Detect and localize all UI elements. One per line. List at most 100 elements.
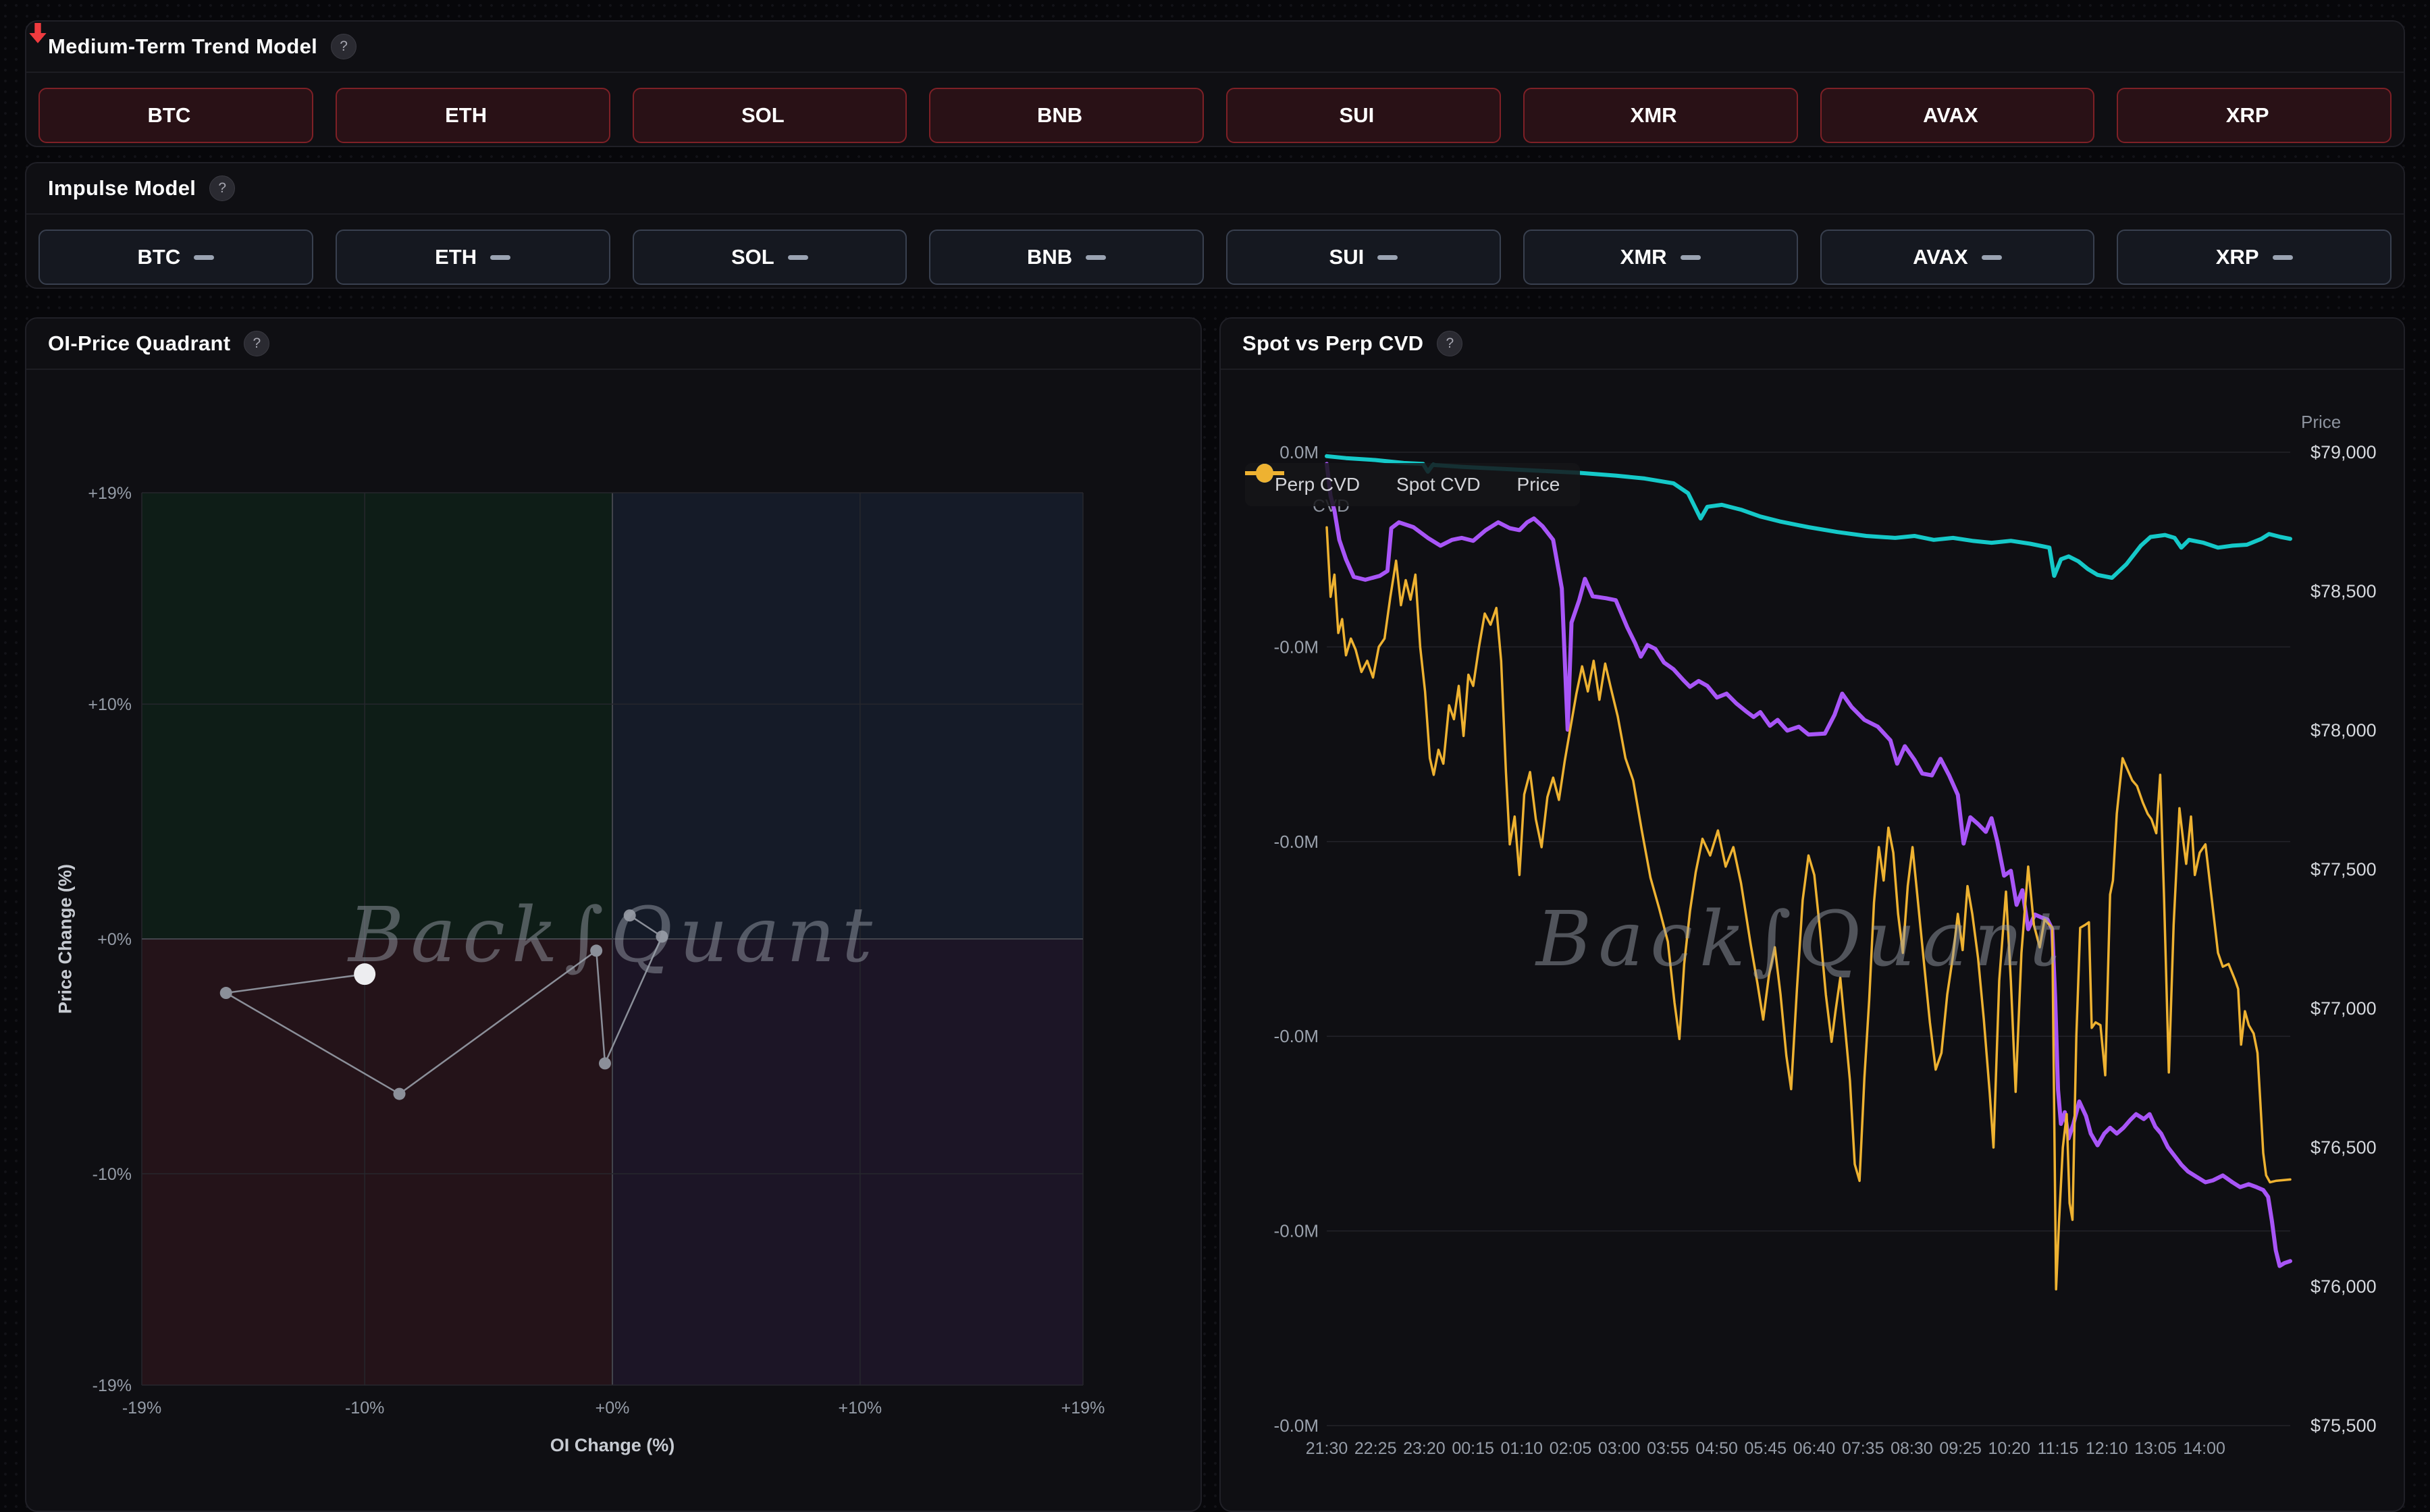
impulse-coin-button-xmr[interactable]: XMR — [1523, 230, 1798, 285]
time-tick-label: 12:10 — [2086, 1439, 2128, 1458]
cvd-legend: Perp CVDSpot CVDPrice — [1245, 463, 1580, 506]
trend-coin-button-avax[interactable]: AVAX — [1820, 88, 2095, 143]
price-axis-label: $75,500 — [2310, 1415, 2377, 1436]
price-axis-label: $77,500 — [2310, 859, 2377, 880]
coin-label: SOL — [741, 103, 785, 128]
coin-label: BNB — [1037, 103, 1082, 128]
neutral-dash-icon — [490, 255, 510, 260]
coin-label: XRP — [2226, 103, 2269, 128]
price-axis-label: $76,500 — [2310, 1137, 2377, 1158]
cvd-left-axis-label: -0.0M — [1274, 1415, 1319, 1436]
cvd-left-axis-label: 0.0M — [1279, 442, 1319, 462]
trend-coin-button-bnb[interactable]: BNB — [929, 88, 1204, 143]
y-tick-label: -10% — [93, 1165, 132, 1184]
price-axis-label: $78,000 — [2310, 720, 2377, 740]
trend-coin-button-xrp[interactable]: XRP — [2117, 88, 2392, 143]
trail-point — [599, 1057, 611, 1069]
legend-label: Price — [1517, 474, 1560, 495]
neutral-dash-icon — [1681, 255, 1701, 260]
x-tick-label: +0% — [596, 1399, 630, 1418]
y-tick-label: +19% — [88, 484, 132, 503]
panel-spot-vs-perp-cvd: Spot vs Perp CVD ? CVD Back∫Quant 0.0M-0… — [1219, 317, 2405, 1512]
neutral-dash-icon — [788, 255, 808, 260]
time-tick-label: 06:40 — [1793, 1439, 1836, 1458]
time-tick-label: 00:15 — [1452, 1439, 1494, 1458]
coin-label: AVAX — [1913, 245, 1968, 269]
trail-point — [220, 987, 232, 999]
time-tick-label: 04:50 — [1695, 1439, 1738, 1458]
coin-label: SUI — [1329, 245, 1365, 269]
panel-header: OI-Price Quadrant ? — [26, 319, 1200, 370]
help-icon[interactable]: ? — [209, 176, 235, 201]
quadrant-region-top-right — [612, 493, 1083, 939]
neutral-dash-icon — [1377, 255, 1398, 260]
time-tick-label: 02:05 — [1550, 1439, 1592, 1458]
time-tick-label: 10:20 — [1988, 1439, 2031, 1458]
impulse-coin-button-eth[interactable]: ETH — [336, 230, 610, 285]
time-tick-label: 13:05 — [2134, 1439, 2177, 1458]
cvd-chart-area: CVD Back∫Quant 0.0M-0.0M-0.0M-0.0M-0.0M-… — [1221, 370, 2404, 1511]
coin-label: BTC — [138, 245, 181, 269]
help-icon[interactable]: ? — [331, 34, 356, 59]
legend-label: Spot CVD — [1396, 474, 1481, 495]
coin-label: XMR — [1631, 103, 1677, 128]
price-axis-label: $77,000 — [2310, 998, 2377, 1019]
help-icon[interactable]: ? — [244, 331, 269, 356]
panel-title: Impulse Model — [48, 176, 196, 200]
impulse-coin-button-xrp[interactable]: XRP — [2117, 230, 2392, 285]
coin-label: SOL — [731, 245, 774, 269]
panel-header: Spot vs Perp CVD ? — [1221, 319, 2404, 370]
time-tick-label: 01:10 — [1501, 1439, 1543, 1458]
trend-coin-button-xmr[interactable]: XMR — [1523, 88, 1798, 143]
impulse-coin-button-sol[interactable]: SOL — [633, 230, 907, 285]
time-tick-label: 03:00 — [1598, 1439, 1641, 1458]
panel-header: Impulse Model ? — [26, 163, 2404, 215]
coin-label: ETH — [435, 245, 477, 269]
time-tick-label: 23:20 — [1403, 1439, 1446, 1458]
coin-label: AVAX — [1923, 103, 1978, 128]
cvd-left-axis-label: -0.0M — [1274, 1026, 1319, 1046]
x-tick-label: -19% — [122, 1399, 161, 1418]
trend-coin-button-btc[interactable]: BTC — [38, 88, 313, 143]
trend-coin-button-sol[interactable]: SOL — [633, 88, 907, 143]
cvd-right-axis-title: Price — [2301, 412, 2341, 433]
cvd-left-axis-label: -0.0M — [1274, 637, 1319, 657]
time-tick-label: 14:00 — [2183, 1439, 2225, 1458]
impulse-coin-button-sui[interactable]: SUI — [1226, 230, 1501, 285]
panel-title: OI-Price Quadrant — [48, 331, 230, 356]
y-tick-label: +10% — [88, 695, 132, 714]
panel-oi-price-quadrant: OI-Price Quadrant ? +19% +10% +0% -10% -19% -… — [25, 317, 1202, 1512]
help-icon[interactable]: ? — [1437, 331, 1462, 356]
cvd-series-price — [1327, 527, 2290, 1289]
time-tick-label: 08:30 — [1891, 1439, 1933, 1458]
coin-label: XMR — [1620, 245, 1667, 269]
panel-medium-term-trend-model: Medium-Term Trend Model ? BTCETHSOLBNBSU… — [25, 20, 2405, 147]
cvd-series-perp-cvd — [1327, 464, 2290, 1266]
impulse-coin-button-btc[interactable]: BTC — [38, 230, 313, 285]
trail-point — [624, 909, 636, 921]
price-axis-label: $76,000 — [2310, 1276, 2377, 1297]
coin-label: ETH — [445, 103, 487, 128]
legend-item-spot-cvd[interactable]: Spot CVD — [1387, 474, 1481, 495]
trail-current-point — [354, 963, 375, 985]
coin-label: BTC — [148, 103, 191, 128]
y-tick-label: +0% — [97, 930, 132, 949]
legend-item-price[interactable]: Price — [1508, 474, 1560, 495]
neutral-dash-icon — [1086, 255, 1106, 260]
neutral-dash-icon — [1982, 255, 2002, 260]
time-tick-label: 22:25 — [1354, 1439, 1397, 1458]
quadrant-region-top-left — [142, 493, 612, 939]
time-tick-label: 11:15 — [2038, 1439, 2079, 1458]
price-axis-label: $78,500 — [2310, 581, 2377, 601]
time-tick-label: 21:30 — [1306, 1439, 1348, 1458]
cvd-left-axis-label: -0.0M — [1274, 1221, 1319, 1241]
coin-label: SUI — [1340, 103, 1375, 128]
quadrant-chart-svg: +19%+10%+0%-10%-19%-19%-10%+0%+10%+19% — [26, 370, 1200, 1511]
impulse-coin-button-avax[interactable]: AVAX — [1820, 230, 2095, 285]
trend-coin-button-eth[interactable]: ETH — [336, 88, 610, 143]
price-axis-label: $79,000 — [2310, 442, 2377, 462]
quadrant-region-bottom-left — [142, 939, 612, 1385]
trend-coin-button-sui[interactable]: SUI — [1226, 88, 1501, 143]
y-tick-label: -19% — [93, 1376, 132, 1395]
impulse-coin-button-bnb[interactable]: BNB — [929, 230, 1204, 285]
